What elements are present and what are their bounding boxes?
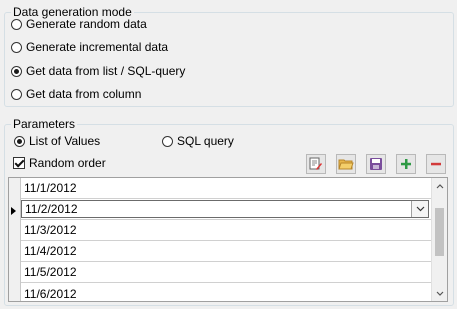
checkbox-indicator[interactable] — [13, 157, 25, 169]
chevron-down-icon — [436, 291, 444, 296]
radio-generate-random[interactable]: Generate random data — [11, 15, 147, 33]
table-row[interactable]: 11/3/2012 — [21, 220, 431, 241]
add-icon — [401, 159, 411, 169]
table-row-current[interactable]: 11/2/2012 — [21, 199, 431, 220]
chevron-down-icon — [416, 206, 424, 212]
table-row[interactable]: 11/1/2012 — [21, 178, 431, 199]
save-icon — [370, 158, 382, 170]
radio-get-from-column[interactable]: Get data from column — [11, 85, 141, 103]
radio-label: Get data from column — [26, 87, 142, 101]
add-value-button[interactable] — [396, 154, 416, 174]
table-row[interactable]: 11/4/2012 — [21, 241, 431, 262]
radio-label: Get data from list / SQL-query — [26, 64, 186, 78]
radio-list-of-values[interactable]: List of Values — [14, 132, 100, 150]
radio-sql-query[interactable]: SQL query — [162, 132, 234, 150]
row-indicator-column — [9, 178, 21, 301]
radio-indicator[interactable] — [11, 65, 22, 77]
scroll-down-button[interactable] — [432, 285, 447, 301]
radio-get-from-list[interactable]: Get data from list / SQL-query — [11, 62, 185, 80]
radio-generate-incremental[interactable]: Generate incremental data — [11, 38, 168, 56]
parameters-legend: Parameters — [13, 117, 76, 131]
edit-list-icon — [309, 157, 322, 170]
table-cell[interactable]: 11/2/2012 — [22, 202, 78, 216]
radio-label: SQL query — [177, 134, 234, 148]
radio-label: List of Values — [29, 134, 101, 148]
values-grid[interactable]: 11/1/2012 11/2/2012 11/3/2012 11/4/2012 … — [8, 177, 448, 302]
current-row-marker-icon — [11, 207, 16, 215]
open-file-button[interactable] — [336, 154, 356, 174]
radio-indicator[interactable] — [11, 88, 22, 100]
table-cell[interactable]: 11/3/2012 — [21, 223, 77, 237]
open-folder-icon — [338, 159, 354, 170]
cell-editor[interactable]: 11/2/2012 — [21, 200, 429, 218]
scroll-up-button[interactable] — [432, 178, 447, 194]
random-order-checkbox[interactable]: Random order — [13, 154, 106, 172]
radio-label: Generate random data — [26, 17, 147, 31]
remove-icon — [431, 162, 441, 166]
table-row[interactable]: 11/5/2012 — [21, 262, 431, 283]
radio-indicator[interactable] — [14, 135, 25, 147]
cell-dropdown-button[interactable] — [411, 201, 428, 217]
scroll-thumb[interactable] — [435, 208, 444, 256]
table-row[interactable]: 11/6/2012 — [21, 283, 431, 301]
radio-indicator[interactable] — [11, 41, 22, 53]
table-cell[interactable]: 11/5/2012 — [21, 265, 77, 279]
vertical-scrollbar[interactable] — [431, 178, 447, 301]
radio-label: Generate incremental data — [26, 40, 169, 54]
radio-indicator[interactable] — [11, 18, 22, 30]
checkbox-label: Random order — [29, 156, 106, 170]
table-cell[interactable]: 11/1/2012 — [21, 181, 77, 195]
table-cell[interactable]: 11/6/2012 — [21, 287, 77, 301]
radio-indicator[interactable] — [162, 135, 173, 147]
edit-list-button[interactable] — [306, 154, 326, 174]
remove-value-button[interactable] — [426, 154, 446, 174]
chevron-up-icon — [436, 183, 444, 188]
table-cell[interactable]: 11/4/2012 — [21, 244, 77, 258]
save-button[interactable] — [366, 154, 386, 174]
